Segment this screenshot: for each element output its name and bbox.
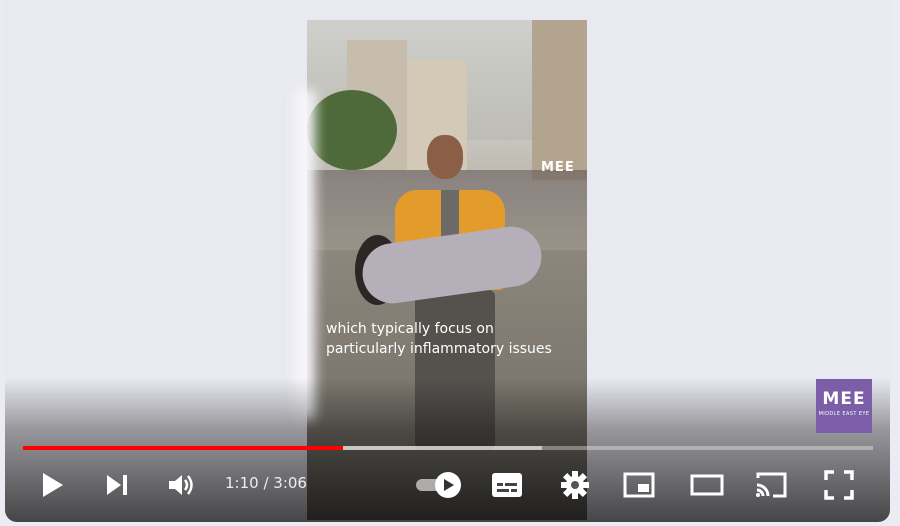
play-icon xyxy=(43,473,63,497)
settings-button[interactable] xyxy=(553,460,597,510)
time-total: 3:06 xyxy=(273,474,307,492)
video-watermark: MEE xyxy=(541,160,575,175)
mute-button[interactable] xyxy=(161,460,201,510)
next-icon xyxy=(107,475,127,495)
play-button[interactable] xyxy=(33,460,73,510)
cast-icon xyxy=(756,472,787,498)
autoplay-toggle-icon xyxy=(416,472,461,498)
next-button[interactable] xyxy=(97,460,137,510)
miniplayer-button[interactable] xyxy=(617,460,661,510)
time-current: 1:10 xyxy=(225,474,259,492)
video-tree xyxy=(307,90,397,170)
side-glow xyxy=(295,90,315,420)
video-caption: which typically focus on particularly in… xyxy=(326,321,552,357)
video-person xyxy=(427,135,463,179)
progress-bar[interactable] xyxy=(23,446,873,450)
progress-played xyxy=(23,446,343,450)
miniplayer-icon xyxy=(623,472,655,498)
video-building xyxy=(532,20,587,180)
channel-branding-logo[interactable]: MEE MIDDLE EAST EYE xyxy=(816,379,872,433)
cast-button[interactable] xyxy=(749,460,793,510)
theater-mode-button[interactable] xyxy=(685,460,729,510)
subtitles-icon xyxy=(492,473,522,497)
video-player[interactable]: MEE which typically focus on particularl… xyxy=(5,0,890,522)
theater-mode-icon xyxy=(690,474,724,496)
fullscreen-button[interactable] xyxy=(817,460,861,510)
autoplay-toggle[interactable] xyxy=(413,460,465,510)
player-controls: 1:10 / 3:06 xyxy=(5,460,890,510)
subtitles-button[interactable] xyxy=(485,460,529,510)
brand-logo-text: MEE xyxy=(822,389,866,409)
fullscreen-icon xyxy=(824,470,854,500)
brand-logo-subtext: MIDDLE EAST EYE xyxy=(818,411,870,417)
time-separator: / xyxy=(258,474,274,492)
settings-icon xyxy=(561,471,589,499)
time-display: 1:10 / 3:06 xyxy=(225,474,307,492)
volume-icon xyxy=(169,475,193,495)
